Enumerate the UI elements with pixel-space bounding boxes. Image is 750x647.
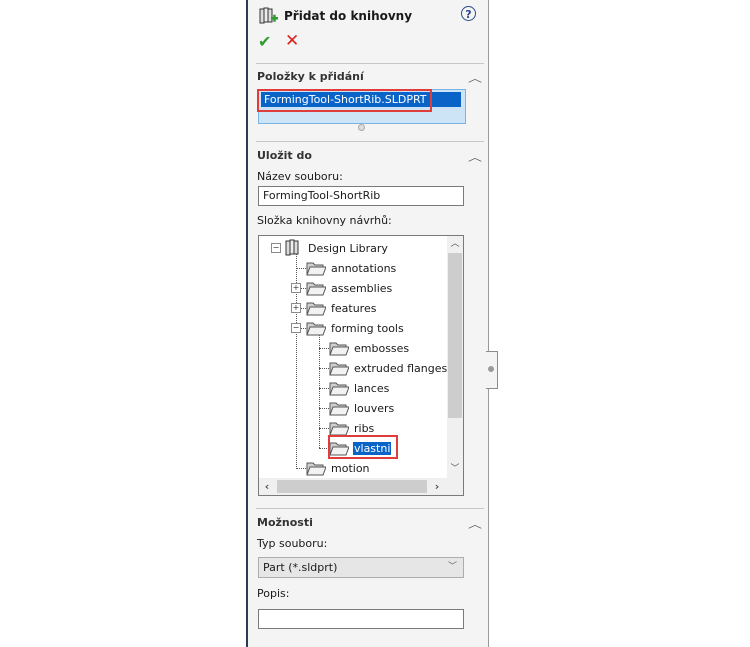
tree-item[interactable]: motion — [306, 458, 371, 478]
tree-item[interactable]: extruded flanges — [329, 358, 448, 378]
filetype-label: Typ souboru: — [257, 537, 328, 550]
description-input[interactable] — [258, 609, 464, 629]
tree-item-label: forming tools — [331, 321, 404, 335]
folder-icon — [306, 322, 326, 336]
tree-item[interactable]: louvers — [329, 398, 395, 418]
collapse-items-icon[interactable]: ︿ — [468, 70, 482, 85]
tree-item-label: annotations — [331, 261, 397, 275]
filetype-select[interactable]: Part (*.sldprt) ﹀ — [258, 557, 464, 578]
folder-icon — [329, 382, 349, 396]
folder-icon — [329, 402, 349, 416]
highlight-box — [257, 89, 432, 112]
property-manager-panel: Přidat do knihovny ? ✔ ✕ Položky k přidá… — [246, 0, 489, 647]
folder-icon — [306, 462, 326, 476]
scroll-thumb[interactable] — [277, 480, 427, 493]
filename-label: Název souboru: — [257, 170, 343, 183]
description-label: Popis: — [257, 587, 290, 600]
tree-item-label: Design Library — [308, 241, 388, 255]
vertical-scrollbar[interactable]: ︿ ﹀ — [447, 236, 463, 479]
options-section-title[interactable]: Možnosti — [257, 516, 313, 529]
tree-item-label: extruded flanges — [354, 361, 448, 375]
tree-item[interactable]: Design Library — [283, 238, 389, 258]
scroll-down-icon[interactable]: ﹀ — [447, 461, 463, 477]
scroll-left-icon[interactable]: ‹ — [259, 478, 275, 495]
folder-icon — [306, 302, 326, 316]
save-section-title[interactable]: Uložit do — [257, 149, 312, 162]
tree-item-label: features — [331, 301, 377, 315]
help-icon[interactable]: ? — [461, 6, 476, 21]
panel-title: Přidat do knihovny — [284, 9, 413, 23]
ok-button[interactable]: ✔ — [258, 32, 271, 51]
tree-item-label: lances — [354, 381, 390, 395]
tree-item[interactable]: lances — [329, 378, 390, 398]
tree-item[interactable]: embosses — [329, 338, 410, 358]
tree-item[interactable]: annotations — [306, 258, 397, 278]
filetype-value: Part (*.sldprt) — [263, 561, 338, 574]
tree-line — [319, 334, 320, 448]
folder-icon — [306, 282, 326, 296]
filename-input[interactable]: FormingTool-ShortRib — [258, 186, 464, 206]
tree-item[interactable]: forming tools — [306, 318, 405, 338]
grip-dot — [488, 366, 494, 372]
divider — [256, 508, 484, 509]
library-icon — [285, 239, 299, 256]
folder-icon — [329, 342, 349, 356]
folder-icon — [329, 362, 349, 376]
panel-header: Přidat do knihovny — [258, 6, 412, 26]
panel-collapse-tab[interactable] — [486, 351, 498, 389]
tree-item[interactable]: assemblies — [306, 278, 393, 298]
collapse-options-icon[interactable]: ︿ — [468, 516, 482, 531]
tree-item-label: embosses — [354, 341, 410, 355]
add-to-library-icon — [259, 7, 278, 24]
tree-item[interactable]: features — [306, 298, 377, 318]
scroll-right-icon[interactable]: › — [429, 478, 445, 495]
cancel-button[interactable]: ✕ — [285, 31, 299, 51]
items-section-title[interactable]: Položky k přidání — [257, 70, 364, 83]
scroll-up-icon[interactable]: ︿ — [447, 236, 463, 252]
collapse-icon[interactable]: − — [271, 243, 281, 253]
tree-item-label: louvers — [354, 401, 395, 415]
folder-label: Složka knihovny návrhů: — [257, 214, 392, 227]
tree-item-label: assemblies — [331, 281, 393, 295]
horizontal-scrollbar[interactable]: ‹ › — [259, 478, 447, 495]
divider — [256, 63, 484, 64]
highlight-box — [328, 435, 398, 459]
tree-item-label: ribs — [354, 421, 375, 435]
chevron-down-icon: ﹀ — [447, 562, 457, 572]
tree-item-label: motion — [331, 461, 370, 475]
divider — [256, 141, 484, 142]
folder-icon — [306, 262, 326, 276]
collapse-save-icon[interactable]: ︿ — [468, 149, 482, 164]
expand-icon[interactable]: + — [291, 303, 301, 313]
expand-icon[interactable]: + — [291, 283, 301, 293]
resize-grip[interactable] — [358, 124, 365, 131]
collapse-icon[interactable]: − — [291, 323, 301, 333]
scroll-thumb[interactable] — [448, 253, 462, 418]
scroll-corner — [447, 478, 463, 495]
